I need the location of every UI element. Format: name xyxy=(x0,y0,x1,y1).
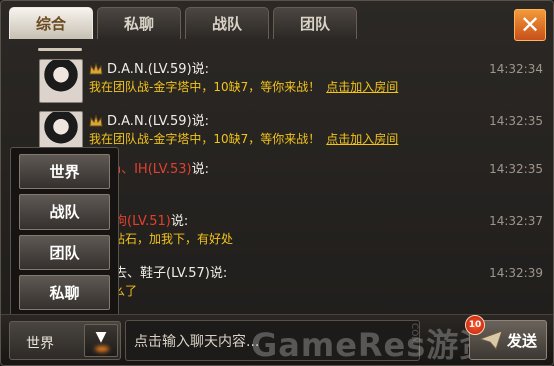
message-timestamp: 14:32:37 xyxy=(489,214,543,228)
message-text: 我在团队战-金字塔中，10缺7，等你来战！ 点击加入房间 xyxy=(89,132,399,146)
close-button[interactable]: ✕ xyxy=(514,9,546,41)
sender-name[interactable]: D.A.N.(LV.59)说: xyxy=(107,58,209,77)
channel-select[interactable]: 世界 ▼ xyxy=(9,321,121,360)
message-timestamp: 14:32:39 xyxy=(489,266,543,280)
notification-badge: 10 xyxy=(465,315,485,335)
channel-option-squad[interactable]: 团队 xyxy=(19,234,110,270)
chat-message: D.A.N.(LV.59)说: 我在团队战-金字塔中，10缺7，等你来战！ 点击加… xyxy=(35,55,547,107)
paper-plane-icon xyxy=(478,330,503,350)
message-timestamp: 14:32:35 xyxy=(489,114,543,128)
tab-team[interactable]: 战队 xyxy=(185,7,269,39)
message-text: 刷钻石，加我下，有好处 xyxy=(101,232,234,246)
tab-squad[interactable]: 团队 xyxy=(273,7,357,39)
sender-name[interactable]: D.A.N.(LV.59)说: xyxy=(107,110,209,129)
selected-channel-label: 世界 xyxy=(26,336,54,352)
message-timestamp: 14:32:34 xyxy=(489,62,543,76)
watermark-domain: COM xyxy=(409,323,419,345)
message-timestamp: 14:32:35 xyxy=(489,162,543,176)
active-tab-indicator xyxy=(38,48,82,51)
channel-option-team[interactable]: 战队 xyxy=(19,194,110,230)
triangle-down-icon: ▼ xyxy=(95,328,107,345)
message-text: 我在团队战-金字塔中，10缺7，等你来战！ 点击加入房间 xyxy=(89,80,399,94)
channel-select-menu: 世界 战队 团队 私聊 xyxy=(10,147,119,317)
channel-dropdown-button[interactable]: ▼ xyxy=(84,324,118,357)
channel-option-private[interactable]: 私聊 xyxy=(19,274,110,310)
tab-general[interactable]: 综合 xyxy=(9,7,93,39)
tab-private[interactable]: 私聊 xyxy=(97,7,181,39)
close-icon: ✕ xyxy=(519,11,541,39)
send-label: 发送 xyxy=(506,331,537,350)
sender-name[interactable]: 我去、鞋子(LV.57)说: xyxy=(101,262,227,281)
channel-option-world[interactable]: 世界 xyxy=(19,154,110,190)
rank-crown-icon xyxy=(89,114,103,128)
rank-crown-icon xyxy=(89,62,103,76)
avatar[interactable] xyxy=(39,59,83,103)
chat-window: 综合 私聊 战队 团队 ✕ D.A.N.(LV.59)说: 我在团队战-金字塔中… xyxy=(0,0,554,366)
channel-tabs: 综合 私聊 战队 团队 xyxy=(9,7,509,41)
join-room-link[interactable]: 点击加入房间 xyxy=(326,80,398,94)
join-room-link[interactable]: 点击加入房间 xyxy=(326,132,398,146)
chat-input-bar: 世界 ▼ 点击输入聊天内容... GameRes游资网 COM 发送 10 xyxy=(1,314,553,365)
dropdown-glow xyxy=(95,346,109,352)
